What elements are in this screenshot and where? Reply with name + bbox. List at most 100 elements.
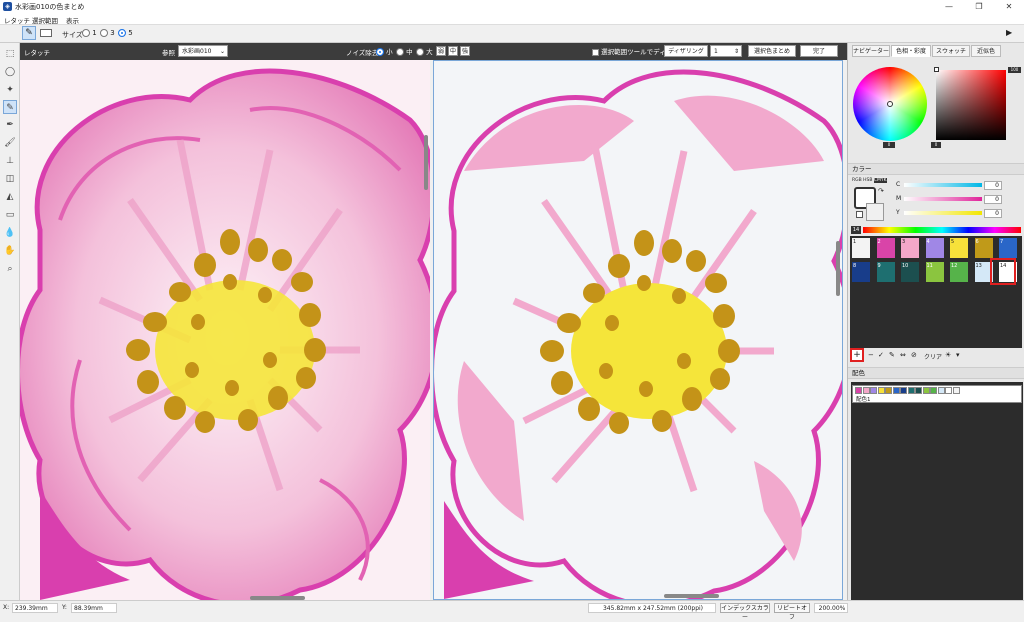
edit-swatch-icon[interactable]: ✎ xyxy=(889,351,895,359)
pen-icon[interactable]: ✒ xyxy=(3,118,17,132)
default-colors-icon[interactable] xyxy=(856,211,863,218)
swatch-9[interactable]: 9 xyxy=(876,262,895,282)
swatch-1[interactable]: 1 xyxy=(852,238,870,258)
noise-radio-small[interactable] xyxy=(376,48,384,56)
collapse-arrow-icon[interactable]: ▶ xyxy=(1006,28,1012,37)
clear-button[interactable]: クリア xyxy=(924,352,942,361)
dither-stepper[interactable]: 1 ⇕ xyxy=(710,45,742,57)
zoom-icon[interactable]: ⌕ xyxy=(3,262,17,276)
swatch-2[interactable]: 2 xyxy=(876,238,895,258)
menu-bar: レタッチ 選択範囲 表示 xyxy=(0,13,1024,25)
swatch-11[interactable]: 11 xyxy=(925,262,944,282)
hand-icon[interactable]: ✋ xyxy=(3,244,17,258)
rect-select-icon[interactable]: ⬚ xyxy=(3,47,17,61)
haishoku-color-chip xyxy=(922,387,930,394)
noise-radio-mid[interactable] xyxy=(396,48,404,56)
cyan-input[interactable]: 0 xyxy=(984,181,1002,190)
dither-checkbox[interactable] xyxy=(592,48,599,56)
magenta-input[interactable]: 0 xyxy=(984,195,1002,204)
dropdown-icon[interactable]: ▾ xyxy=(956,351,960,359)
repeat-off-button[interactable]: リピートオフ xyxy=(774,603,810,621)
ref-label: 参照 xyxy=(162,49,175,57)
swap-colors-icon[interactable]: ↷ xyxy=(878,187,884,195)
hue-wheel[interactable] xyxy=(853,67,927,141)
tab-navigator[interactable]: ナビゲーター xyxy=(852,45,890,57)
original-canvas[interactable] xyxy=(20,60,430,600)
cyan-slider-row: C0 xyxy=(896,181,1002,190)
swap-swatch-icon[interactable]: ⇔ xyxy=(900,351,906,359)
magenta-slider[interactable] xyxy=(904,197,982,201)
retouch-title: レタッチ xyxy=(24,49,50,57)
eraser-icon[interactable]: ◫ xyxy=(3,172,17,186)
swatch-4[interactable]: 4 xyxy=(925,238,944,258)
size-radio-5[interactable] xyxy=(118,29,126,37)
drop-icon[interactable]: 💧 xyxy=(3,226,17,240)
saturation-value-square[interactable] xyxy=(936,70,1006,140)
fill-icon[interactable]: ◭ xyxy=(3,190,17,204)
size-radio-1[interactable] xyxy=(82,29,90,37)
weak-button[interactable]: 弱 xyxy=(436,46,446,56)
background-color-swatch[interactable] xyxy=(866,203,884,221)
yellow-slider[interactable] xyxy=(904,211,982,215)
eyedropper-icon[interactable]: ✎ xyxy=(3,100,17,114)
size-radio-3[interactable] xyxy=(100,29,108,37)
select-merge-button[interactable]: 選択色まとめ xyxy=(748,45,796,57)
swatch-12[interactable]: 12 xyxy=(950,262,968,282)
mid-button[interactable]: 中 xyxy=(448,46,458,56)
close-button[interactable]: ✕ xyxy=(994,0,1024,13)
swatch-5[interactable]: 5 xyxy=(950,238,968,258)
eyedropper-tool-icon[interactable]: ✎ xyxy=(22,26,36,40)
hue-strip[interactable] xyxy=(863,227,1021,233)
ruler-icon[interactable] xyxy=(40,29,52,37)
rectangle-icon[interactable]: ▭ xyxy=(3,208,17,222)
noise-radio-large[interactable] xyxy=(416,48,424,56)
lasso-icon[interactable]: ◯ xyxy=(3,65,17,79)
haishoku-color-chip xyxy=(870,387,877,394)
right-vertical-scrollbar[interactable] xyxy=(836,241,840,296)
magic-wand-icon[interactable]: ✦ xyxy=(3,83,17,97)
light-icon[interactable]: ☀ xyxy=(945,351,951,359)
menu-selection[interactable]: 選択範囲 xyxy=(32,15,58,25)
ref-select[interactable]: 水彩画010 ⌄ xyxy=(178,45,228,57)
check-swatch-button[interactable]: ✓ xyxy=(878,351,884,359)
strong-button[interactable]: 強 xyxy=(460,46,470,56)
dithering-button[interactable]: ディザリング xyxy=(664,45,708,57)
haishoku-color-chip xyxy=(900,387,907,394)
haishoku-item[interactable]: 配色1 xyxy=(852,385,1022,403)
tab-approx-color[interactable]: 近似色 xyxy=(971,45,1001,57)
brush-icon[interactable]: 🖌 xyxy=(3,136,17,150)
swatch-3[interactable]: 3 xyxy=(901,238,919,258)
index-color-button[interactable]: インデックスカラー xyxy=(720,603,770,621)
swatch-7[interactable]: 7 xyxy=(999,238,1017,258)
cyan-slider[interactable] xyxy=(904,183,982,187)
left-vertical-scrollbar[interactable] xyxy=(424,135,428,190)
right-horizontal-scrollbar[interactable] xyxy=(664,594,719,598)
swatch-8[interactable]: 8 xyxy=(852,262,870,282)
x-label: X: xyxy=(3,604,10,611)
menu-retouch[interactable]: レタッチ xyxy=(4,15,30,25)
swatch-6[interactable]: 6 xyxy=(974,238,993,258)
color-mode-tabs[interactable]: RGB HSB CMYK xyxy=(852,178,887,183)
swatch-10[interactable]: 10 xyxy=(901,262,919,282)
minimize-button[interactable]: — xyxy=(934,0,964,13)
stepper-icon: ⇕ xyxy=(733,48,739,55)
no-swatch-icon[interactable]: ⊘ xyxy=(911,351,917,359)
yellow-input[interactable]: 0 xyxy=(984,209,1002,218)
status-bar: X: 239.39mm Y: 88.39mm 345.82mm x 247.52… xyxy=(0,600,1024,621)
sv-picker[interactable] xyxy=(934,67,939,72)
haishoku-color-chip xyxy=(937,387,945,394)
window-title: 水彩画010の色まとめ xyxy=(15,3,85,11)
haishoku-color-chip xyxy=(915,387,922,394)
noise-option-mid: 中 xyxy=(406,48,413,56)
tab-swatch[interactable]: スウォッチ xyxy=(932,45,970,57)
stamp-icon[interactable]: ⊥ xyxy=(3,154,17,168)
result-canvas[interactable] xyxy=(433,60,843,600)
hue-value: 0 xyxy=(883,142,895,148)
done-button[interactable]: 完了 xyxy=(800,45,838,57)
menu-view[interactable]: 表示 xyxy=(66,15,79,25)
add-swatch-button[interactable]: + xyxy=(850,348,864,362)
tab-hue-saturation[interactable]: 色相・彩度 xyxy=(891,45,931,57)
hue-picker[interactable] xyxy=(887,101,893,107)
maximize-button[interactable]: ❐ xyxy=(964,0,994,13)
remove-swatch-button[interactable]: − xyxy=(868,351,874,359)
